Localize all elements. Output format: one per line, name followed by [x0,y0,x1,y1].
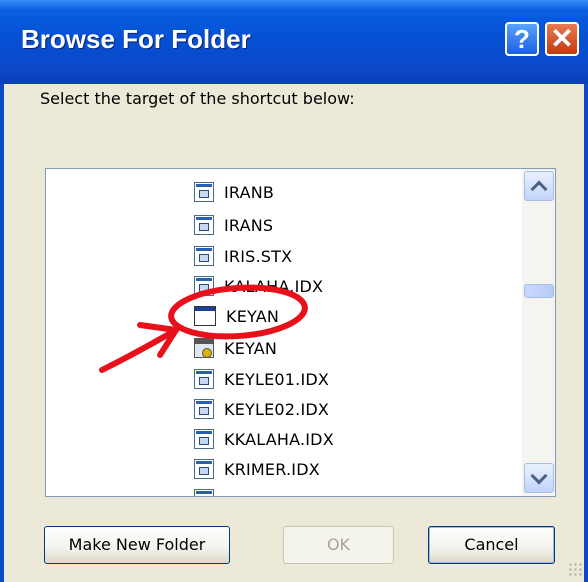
tree-item-label: IRIS.STX [224,246,293,266]
cancel-button[interactable]: Cancel [428,526,555,564]
tree-item[interactable]: KRIMER.IDX [194,454,320,484]
scroll-down-button[interactable] [524,463,554,493]
close-button[interactable]: ✕ [545,22,579,56]
tree-item-partial[interactable] [194,484,214,496]
tree-item[interactable]: KEYLE01.IDX [194,364,329,394]
window-border-right [584,84,588,582]
tree-item-label: IRANB [224,182,275,202]
tree-item-label: KEYLE02.IDX [224,399,330,419]
tree-item-label: KALAHA.IDX [224,276,324,296]
file-icon [194,399,214,419]
application-icon [194,306,216,326]
file-icon [194,276,214,296]
scroll-thumb[interactable] [524,284,554,298]
resize-grip[interactable] [568,562,582,576]
instruction-text: Select the target of the shortcut below: [40,89,355,108]
tree-item-label: KEYLE01.IDX [224,369,330,389]
browse-for-folder-dialog: Browse For Folder ? ✕ Select the target … [0,0,588,582]
file-icon [194,246,214,266]
shortcut-icon [194,338,214,358]
file-icon [194,369,214,389]
folder-tree-view[interactable]: IRANB IRANS IRIS.STX KALAHA.IDX KEYAN KE… [45,168,556,497]
file-icon [194,182,214,202]
tree-item-keyan-shortcut[interactable]: KEYAN [194,333,277,363]
help-button[interactable]: ? [505,22,539,56]
window-title: Browse For Folder [21,24,251,54]
tree-item-label: KEYAN [224,338,278,358]
window-border-left [0,84,4,582]
tree-item[interactable]: IRIS.STX [194,241,292,271]
tree-item-label: IRANS [224,215,274,235]
title-bar[interactable]: Browse For Folder ? ✕ [0,0,588,84]
tree-item[interactable]: KALAHA.IDX [194,271,323,301]
tree-item[interactable]: KKALAHA.IDX [194,424,334,454]
tree-item-keyan-app[interactable]: KEYAN [194,301,279,331]
make-new-folder-button[interactable]: Make New Folder [44,526,230,564]
tree-item-label: KEYAN [226,306,280,326]
file-icon [194,459,214,479]
scroll-up-button[interactable] [524,171,554,201]
tree-item[interactable]: KEYLE02.IDX [194,394,329,424]
tree-item[interactable]: IRANB [194,177,274,207]
ok-button[interactable]: OK [283,526,394,564]
vertical-scrollbar[interactable] [522,169,555,496]
file-icon [194,489,214,496]
tree-item[interactable]: IRANS [194,210,273,240]
file-icon [194,429,214,449]
file-icon [194,215,214,235]
tree-item-label: KRIMER.IDX [224,459,320,479]
tree-item-label: KKALAHA.IDX [224,429,334,449]
